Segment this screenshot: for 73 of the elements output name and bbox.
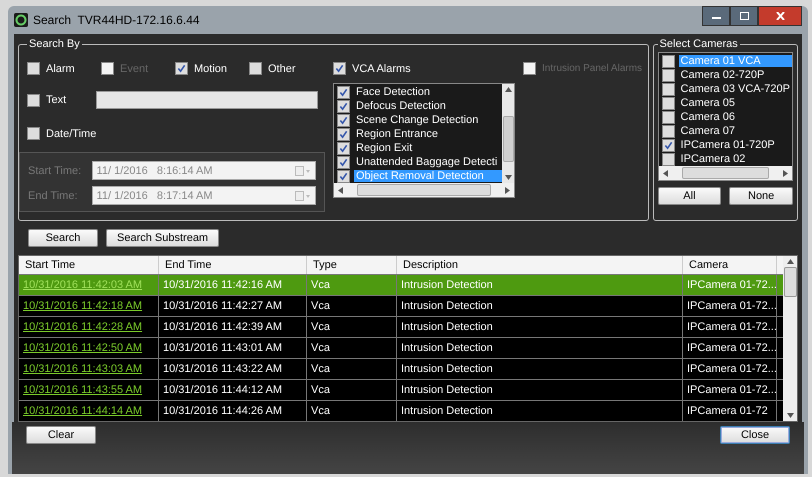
list-item[interactable]: Face Detection <box>334 85 502 99</box>
table-row[interactable]: 10/31/2016 11:43:55 AM 10/31/2016 11:44:12 AM Vca Intrusion Detection IPCamera 01-72... <box>19 379 783 400</box>
group-title: Select Cameras <box>658 38 739 50</box>
list-item[interactable]: Region Entrance <box>334 127 502 141</box>
table-cell: IPCamera 01-72... <box>687 300 777 312</box>
table-cell: Vca <box>311 279 330 291</box>
table-row[interactable]: 10/31/2016 11:44:14 AM 10/31/2016 11:44:26 AM Vca Intrusion Detection IPCamera 01-72 <box>19 400 783 421</box>
field-label: Start Time: <box>28 164 82 176</box>
camera-select-button[interactable]: All <box>658 187 722 205</box>
list-item[interactable]: Camera 05 <box>658 96 792 110</box>
table-row[interactable]: 10/31/2016 11:42:50 AM 10/31/2016 11:43:01 AM Vca Intrusion Detection IPCamera 01-72... <box>19 337 783 358</box>
table-cell: Vca <box>311 321 330 333</box>
list-item[interactable]: Camera 06 <box>658 110 792 124</box>
table-cell: Intrusion Detection <box>401 279 493 291</box>
group-title: Search By <box>28 38 81 50</box>
table-row[interactable]: 10/31/2016 11:42:03 AM 10/31/2016 11:42:16 AM Vca Intrusion Detection IPCamera 01-72... <box>19 274 783 295</box>
table-cell: Vca <box>311 384 330 396</box>
table-cell: Vca <box>311 342 330 354</box>
table-cell: IPCamera 01-72... <box>687 279 777 291</box>
table-cell: IPCamera 01-72... <box>687 384 777 396</box>
list-item[interactable]: Camera 07 <box>658 124 792 138</box>
window-title: Search TVR44HD-172.16.6.44 <box>33 13 200 27</box>
table-row[interactable]: 10/31/2016 11:43:03 AM 10/31/2016 11:43:22 AM Vca Intrusion Detection IPCamera 01-72... <box>19 358 783 379</box>
table-cell: 10/31/2016 11:43:01 AM <box>163 342 282 354</box>
table-cell: IPCamera 01-72 <box>687 405 768 417</box>
checkbox-label: Other <box>268 62 296 74</box>
checkbox-label: Text <box>46 94 66 106</box>
close-button[interactable]: Close <box>720 426 790 444</box>
table-cell: Vca <box>311 405 330 417</box>
list-item[interactable]: IPCamera 01-720P <box>658 138 792 152</box>
start-time-link[interactable]: 10/31/2016 11:42:28 AM <box>23 321 142 333</box>
checkbox-label: Event <box>120 62 148 74</box>
list-item[interactable]: Camera 02-720P <box>658 68 792 82</box>
field-label: End Time: <box>28 190 79 202</box>
checkbox-label: Date/Time <box>46 128 96 140</box>
list-item[interactable]: Camera 03 VCA-720P <box>658 82 792 96</box>
table-cell: Intrusion Detection <box>401 363 493 375</box>
search-button[interactable]: Search Substream <box>106 229 220 247</box>
table-cell: 10/31/2016 11:42:39 AM <box>163 321 282 333</box>
list-item[interactable]: Region Exit <box>334 141 502 155</box>
table-cell: IPCamera 01-72... <box>687 363 777 375</box>
start-time-link[interactable]: 10/31/2016 11:43:55 AM <box>23 384 142 396</box>
checkbox-label: Motion <box>194 62 228 74</box>
table-cell: Intrusion Detection <box>401 342 493 354</box>
table-cell: Vca <box>311 363 330 375</box>
table-cell: 10/31/2016 11:42:16 AM <box>163 279 282 291</box>
camera-select-button[interactable]: None <box>729 187 794 205</box>
table-cell: Vca <box>311 300 330 312</box>
checkbox-label: VCA Alarms <box>352 62 411 74</box>
table-cell: Intrusion Detection <box>401 405 493 417</box>
table-row[interactable]: 10/31/2016 11:42:28 AM 10/31/2016 11:42:39 AM Vca Intrusion Detection IPCamera 01-72... <box>19 316 783 337</box>
table-cell: Intrusion Detection <box>401 384 493 396</box>
clear-button[interactable]: Clear <box>26 426 96 444</box>
checkbox-label: Alarm <box>46 62 75 74</box>
table-cell: 10/31/2016 11:43:22 AM <box>163 363 282 375</box>
list-item[interactable]: IPCamera 02 <box>658 152 792 166</box>
start-time-link[interactable]: 10/31/2016 11:43:03 AM <box>23 363 142 375</box>
table-row[interactable]: 10/31/2016 11:42:18 AM 10/31/2016 11:42:27 AM Vca Intrusion Detection IPCamera 01-72... <box>19 295 783 316</box>
search-button[interactable]: Search <box>28 229 98 247</box>
table-cell: Intrusion Detection <box>401 300 493 312</box>
list-item[interactable]: Defocus Detection <box>334 99 502 113</box>
start-time-link[interactable]: 10/31/2016 11:42:18 AM <box>23 300 142 312</box>
table-cell: Intrusion Detection <box>401 321 493 333</box>
list-item[interactable]: Unattended Baggage Detecti <box>334 155 502 169</box>
list-item[interactable]: Scene Change Detection <box>334 113 502 127</box>
table-cell: 10/31/2016 11:44:12 AM <box>163 384 282 396</box>
table-cell: 10/31/2016 11:42:27 AM <box>163 300 282 312</box>
table-cell: 10/31/2016 11:44:26 AM <box>163 405 282 417</box>
start-time-link[interactable]: 10/31/2016 11:44:14 AM <box>23 405 142 417</box>
table-cell: IPCamera 01-72... <box>687 342 777 354</box>
checkbox-label: Intrusion Panel Alarms <box>542 63 642 74</box>
start-time-link[interactable]: 10/31/2016 11:42:50 AM <box>23 342 142 354</box>
table-cell: IPCamera 01-72... <box>687 321 777 333</box>
